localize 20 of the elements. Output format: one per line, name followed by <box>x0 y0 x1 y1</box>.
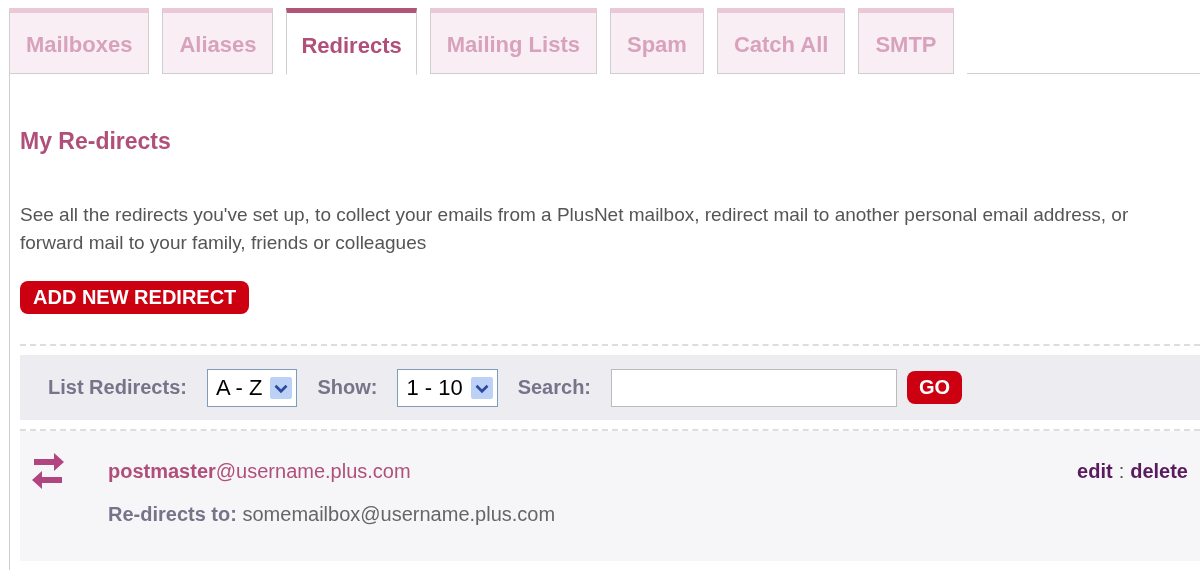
section-heading: My Re-directs <box>20 127 172 155</box>
target-address: somemailbox@username.plus.com <box>242 503 556 525</box>
dropdown-icon <box>470 376 493 399</box>
show-dropdown[interactable]: 1 - 10 <box>397 368 498 407</box>
search-field[interactable] <box>611 368 898 407</box>
tab[interactable]: Redirects <box>286 8 417 75</box>
swap-arrows-icon <box>30 451 66 491</box>
delete-link[interactable]: delete <box>1130 459 1188 483</box>
show-label: Show: <box>317 376 378 399</box>
edit-link[interactable]: edit <box>1077 459 1113 483</box>
redirect-address: postmaster@username.plus.com <box>108 459 411 483</box>
description-text: See all the redirects you've set up, to collect your emails from a PlusNet mailbox, redirect mail to another personal email address, or forward mail to your family, friends or colleagues <box>20 203 1130 255</box>
go-button[interactable]: GO <box>907 371 963 404</box>
add-redirect-button[interactable]: ADD NEW REDIRECT <box>20 281 250 314</box>
target-label: Re-directs to: <box>108 503 237 525</box>
separator-text: : <box>1118 459 1125 483</box>
search-label: Search: <box>517 376 592 399</box>
dropdown-icon <box>270 376 293 399</box>
list-label: List Redirects: <box>48 376 187 399</box>
sort-dropdown[interactable]: A - Z <box>206 368 298 407</box>
